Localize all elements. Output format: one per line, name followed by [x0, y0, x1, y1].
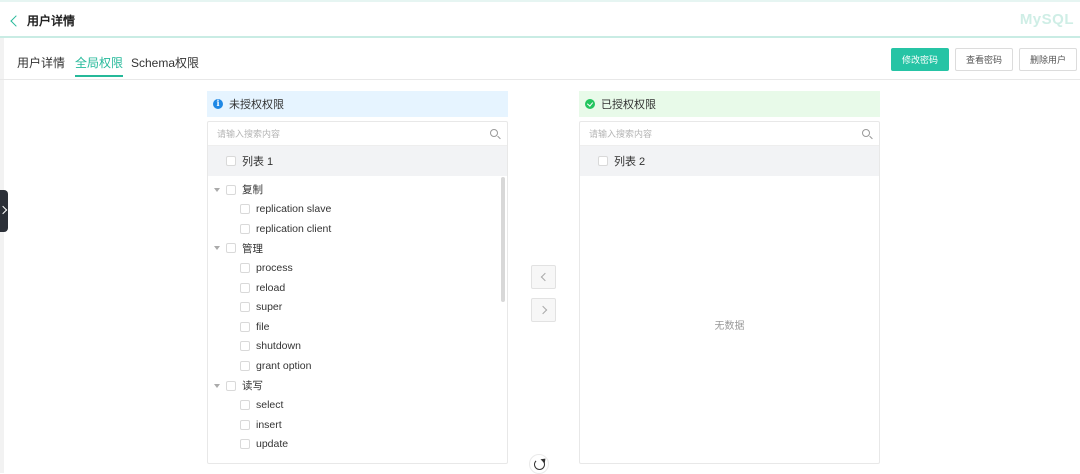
tree-checkbox[interactable]	[240, 302, 250, 313]
left-select-all-checkbox[interactable]	[226, 156, 236, 166]
sidebar-expand-handle[interactable]	[0, 190, 8, 232]
tree-item-label: file	[256, 320, 270, 333]
left-search-input[interactable]	[208, 122, 507, 146]
tree-item[interactable]: super	[208, 298, 282, 317]
tree-item[interactable]: grant option	[208, 356, 311, 375]
tree-item-label: replication slave	[256, 203, 332, 216]
tree-checkbox[interactable]	[240, 321, 250, 332]
tree-checkbox[interactable]	[240, 262, 250, 273]
tree-item-label: grant option	[256, 359, 312, 372]
tree-group[interactable]: 读写	[208, 376, 263, 395]
right-list-header: 列表 2	[580, 146, 879, 176]
tree-group[interactable]: 管理	[208, 239, 263, 258]
tree-group[interactable]: 复制	[208, 180, 263, 199]
right-list-label: 列表 2	[614, 156, 646, 168]
tree-checkbox[interactable]	[240, 360, 250, 371]
left-list-header: 列表 1	[208, 146, 507, 176]
chevron-right-icon	[538, 305, 548, 315]
search-icon	[490, 129, 498, 137]
chevron-left-icon	[540, 272, 550, 282]
tree-checkbox[interactable]	[226, 184, 236, 195]
right-search-input[interactable]	[580, 122, 879, 146]
authorized-panel: 列表 2 无数据	[579, 121, 880, 464]
left-edge-strip	[0, 38, 4, 473]
empty-state-text: 无数据	[714, 321, 745, 332]
authorized-panel-title: 已授权权限	[601, 99, 656, 111]
view-password-button[interactable]: 查看密码	[955, 48, 1013, 71]
caret-down-icon[interactable]	[214, 246, 220, 251]
tree-item[interactable]: replication client	[208, 219, 331, 238]
tree-group-label: 复制	[242, 184, 263, 196]
delete-user-button[interactable]: 删除用户	[1019, 48, 1077, 71]
tree-item-label: select	[256, 399, 284, 412]
chevron-left-icon	[10, 14, 22, 27]
tree-item-label: shutdown	[256, 340, 301, 353]
tree-checkbox[interactable]	[240, 341, 250, 352]
tree-item[interactable]: reload	[208, 278, 285, 297]
tree-checkbox[interactable]	[240, 204, 250, 215]
left-scrollbar[interactable]	[501, 177, 505, 302]
caret-down-icon[interactable]	[214, 187, 220, 192]
back-button[interactable]: 用户详情	[10, 12, 76, 29]
tree-checkbox[interactable]	[226, 380, 236, 391]
tab-schema-privileges[interactable]: Schema权限	[131, 54, 199, 71]
move-right-button[interactable]	[531, 298, 556, 322]
tree-item-label: process	[256, 261, 293, 274]
caret-down-icon[interactable]	[214, 383, 220, 388]
tree-group-label: 管理	[242, 242, 263, 255]
tree-checkbox[interactable]	[240, 419, 250, 430]
tree-checkbox[interactable]	[240, 439, 250, 450]
tree-checkbox[interactable]	[226, 243, 236, 254]
right-search-box	[580, 122, 879, 146]
tree-checkbox[interactable]	[240, 282, 250, 293]
page-title: 用户详情	[27, 14, 76, 28]
tree-item[interactable]: replication slave	[208, 200, 331, 219]
tree-item-label: replication client	[256, 222, 332, 235]
top-bar: 用户详情 MySQL	[0, 0, 1080, 38]
info-icon	[213, 98, 223, 109]
tree-item-label: super	[256, 301, 283, 314]
tree-item[interactable]: process	[208, 258, 293, 277]
search-icon	[862, 129, 870, 137]
tree-item-label: insert	[256, 418, 282, 431]
unauthorized-panel-title: 未授权权限	[229, 99, 284, 111]
tab-user-details[interactable]: 用户详情	[17, 54, 65, 71]
tab-global-privileges[interactable]: 全局权限	[75, 54, 124, 77]
check-circle-icon	[585, 99, 595, 109]
refresh-icon[interactable]	[529, 454, 549, 474]
left-list-label: 列表 1	[242, 156, 274, 168]
brand-watermark: MySQL	[1019, 11, 1074, 28]
tree-item[interactable]: select	[208, 396, 283, 415]
left-search-box	[208, 122, 507, 146]
change-password-button[interactable]: 修改密码	[891, 48, 949, 71]
tree-checkbox[interactable]	[240, 223, 250, 234]
tree-item-label: update	[256, 438, 289, 451]
tree-item[interactable]: shutdown	[208, 337, 301, 356]
tree-item-label: reload	[256, 281, 286, 294]
tree-item[interactable]: update	[208, 435, 288, 454]
move-left-button[interactable]	[531, 265, 556, 289]
tree-item[interactable]: insert	[208, 415, 282, 434]
unauthorized-panel: 列表 1 复制 replication slave replication clie…	[207, 121, 508, 464]
authorized-panel-header: 已授权权限	[579, 91, 880, 117]
tree-checkbox[interactable]	[240, 400, 250, 411]
right-select-all-checkbox[interactable]	[598, 156, 608, 166]
tree-group-label: 读写	[242, 380, 263, 392]
unauthorized-panel-header: 未授权权限	[207, 91, 508, 117]
tree-item[interactable]: file	[208, 317, 269, 336]
